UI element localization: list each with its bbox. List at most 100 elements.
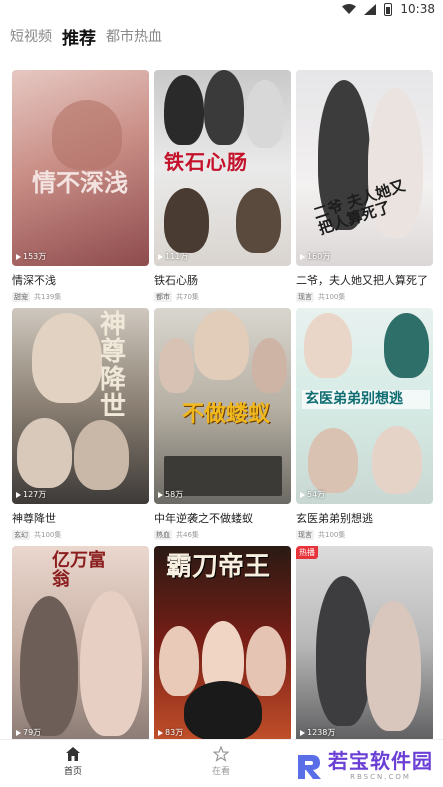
home-icon <box>66 747 80 761</box>
drama-grid: 情不深浅 153万 情深不浅 甜宠 共139集 铁石心肠 111万 铁石心肠 都市… <box>12 70 433 748</box>
episode-count: 共100集 <box>318 530 346 539</box>
cover-figure <box>372 426 422 494</box>
hot-badge: 热播 <box>296 546 318 559</box>
play-icon <box>300 253 305 260</box>
drama-cover[interactable]: 铁石心肠 111万 <box>154 70 291 266</box>
drama-meta: 现言 共100集 <box>296 529 433 540</box>
play-count: 54万 <box>300 489 325 500</box>
play-count: 1238万 <box>300 727 335 738</box>
cover-figure <box>20 596 78 736</box>
drama-meta: 甜宠 共139集 <box>12 291 149 302</box>
drama-cover[interactable]: 神尊降世 127万 <box>12 308 149 504</box>
tab-short-video[interactable]: 短视频 <box>10 26 52 46</box>
play-count: 153万 <box>16 251 46 262</box>
status-bar: 10:38 <box>0 0 443 18</box>
play-icon <box>300 491 305 498</box>
play-count: 79万 <box>16 727 41 738</box>
genre-tag: 现言 <box>296 291 314 302</box>
play-icon <box>158 491 163 498</box>
cover-figure <box>252 338 287 393</box>
cover-figure <box>316 576 371 726</box>
play-count: 83万 <box>158 727 183 738</box>
cover-figure <box>184 681 262 741</box>
cover-figure <box>159 338 194 393</box>
drama-title: 情深不浅 <box>12 274 56 287</box>
drama-meta: 现言 共100集 <box>296 291 433 302</box>
watermark-url: RBSCN.COM <box>350 773 411 781</box>
drama-card[interactable]: 玄医弟弟别想逃 54万 玄医弟弟别想逃 现言 共100集 <box>296 308 433 540</box>
cover-figure <box>17 418 72 488</box>
cover-figure <box>32 313 102 403</box>
cover-figure <box>74 420 129 490</box>
cover-figure <box>194 310 249 380</box>
battery-icon <box>384 2 393 16</box>
cover-figure <box>246 80 284 148</box>
episode-count: 共139集 <box>34 292 62 301</box>
status-icons: 10:38 <box>342 2 435 16</box>
drama-title: 中年逆袭之不做蝼蚁 <box>154 512 253 525</box>
drama-title: 铁石心肠 <box>154 274 198 287</box>
drama-meta: 都市 共70集 <box>154 291 291 302</box>
drama-card[interactable]: 铁石心肠 111万 铁石心肠 都市 共70集 <box>154 70 291 302</box>
nav-home-label: 首页 <box>63 767 82 777</box>
drama-meta: 玄幻 共100集 <box>12 529 149 540</box>
drama-cover[interactable]: 热播 1238万 <box>296 546 433 742</box>
genre-tag: 都市 <box>154 291 172 302</box>
signal-icon <box>364 3 377 15</box>
tab-urban-action[interactable]: 都市热血 <box>106 26 162 46</box>
nav-watching-label: 在看 <box>211 767 230 777</box>
cover-figure <box>204 70 244 145</box>
drama-title: 神尊降世 <box>12 512 56 525</box>
drama-card[interactable]: 神尊降世 127万 神尊降世 玄幻 共100集 <box>12 308 149 540</box>
drama-card[interactable]: 不做蝼蚁 58万 中年逆袭之不做蝼蚁 热血 共46集 <box>154 308 291 540</box>
drama-cover[interactable]: 亿万富翁 79万 <box>12 546 149 742</box>
cover-figure <box>159 626 199 696</box>
play-count: 127万 <box>16 489 46 500</box>
drama-card[interactable]: 亿万富翁 79万 <box>12 546 149 748</box>
drama-title: 玄医弟弟别想逃 <box>296 512 373 525</box>
drama-cover[interactable]: 不做蝼蚁 58万 <box>154 308 291 504</box>
cover-title-art: 玄医弟弟别想逃 <box>302 390 430 409</box>
play-icon <box>158 729 163 736</box>
cover-figure <box>80 591 142 736</box>
play-icon <box>16 491 21 498</box>
status-time: 10:38 <box>400 2 435 16</box>
play-count: 111万 <box>158 251 188 262</box>
watermark-text: 若宝软件园 <box>328 749 433 773</box>
cover-title-art: 不做蝼蚁 <box>182 401 271 427</box>
watermark-logo-icon <box>298 755 321 779</box>
tab-recommend[interactable]: 推荐 <box>62 24 96 49</box>
nav-watching[interactable]: 在看 <box>191 746 251 777</box>
episode-count: 共100集 <box>318 292 346 301</box>
drama-title: 二爷，夫人她又把人算死了 <box>296 274 428 287</box>
genre-tag: 玄幻 <box>12 529 30 540</box>
cover-figure <box>384 313 429 378</box>
cover-figure <box>304 313 352 378</box>
drama-cover[interactable]: 二爷 夫人她又把人算死了 160万 <box>296 70 433 266</box>
play-icon <box>158 253 163 260</box>
drama-card[interactable]: 情不深浅 153万 情深不浅 甜宠 共139集 <box>12 70 149 302</box>
play-count: 160万 <box>300 251 330 262</box>
cover-title-art: 神尊降世 <box>100 310 127 422</box>
episode-count: 共46集 <box>176 530 199 539</box>
cover-figure <box>236 188 281 253</box>
cover-figure <box>246 626 286 696</box>
play-icon <box>16 729 21 736</box>
drama-card[interactable]: 热播 1238万 <box>296 546 433 748</box>
drama-cover[interactable]: 玄医弟弟别想逃 54万 <box>296 308 433 504</box>
star-icon <box>213 746 229 762</box>
drama-card[interactable]: 二爷 夫人她又把人算死了 160万 二爷，夫人她又把人算死了 现言 共100集 <box>296 70 433 302</box>
episode-count: 共100集 <box>34 530 62 539</box>
play-count: 58万 <box>158 489 183 500</box>
drama-cover[interactable]: 霸刀帝王 83万 <box>154 546 291 742</box>
cover-title-art: 亿万富翁 <box>52 550 106 590</box>
episode-count: 共70集 <box>176 292 199 301</box>
watermark: 若宝软件园 RBSCN.COM <box>294 751 433 781</box>
play-icon <box>16 253 21 260</box>
nav-home[interactable]: 首页 <box>43 746 103 777</box>
genre-tag: 热血 <box>154 529 172 540</box>
drama-cover[interactable]: 情不深浅 153万 <box>12 70 149 266</box>
cover-figure <box>308 428 358 493</box>
drama-card[interactable]: 霸刀帝王 83万 <box>154 546 291 748</box>
cover-figure <box>366 601 421 731</box>
